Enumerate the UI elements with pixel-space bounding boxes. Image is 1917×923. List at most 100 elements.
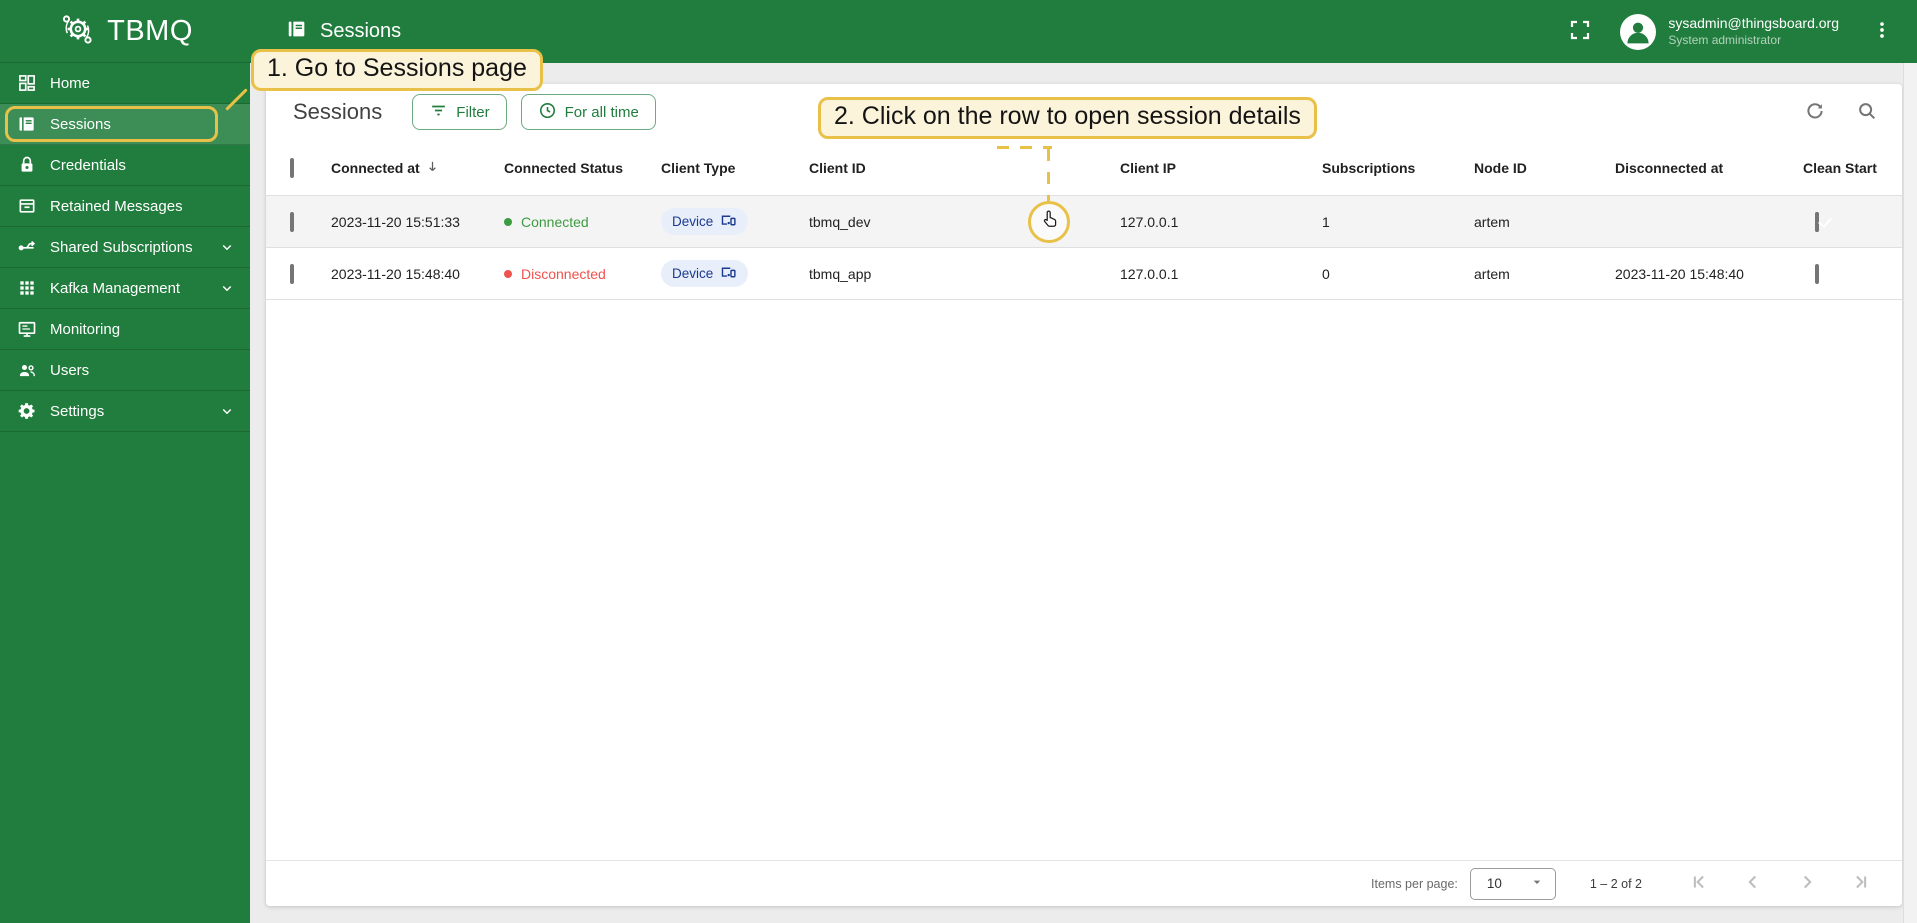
column-header-client-id[interactable]: Client ID (809, 160, 1120, 176)
annotation-dashed-connector (997, 146, 1052, 149)
client-type-chip: Device (661, 208, 749, 235)
filter-icon (429, 101, 448, 124)
sort-desc-icon (425, 159, 440, 177)
select-all-checkbox[interactable] (290, 157, 294, 178)
monitor-icon (17, 319, 37, 339)
cell-client-ip: 127.0.0.1 (1120, 213, 1179, 230)
filter-button[interactable]: Filter (412, 94, 507, 130)
clean-start-checkbox (1815, 211, 1819, 232)
tbmq-gear-logo-icon (57, 9, 97, 54)
annotation-click-target (1028, 201, 1070, 243)
timewindow-button[interactable]: For all time (520, 94, 656, 130)
last-page-icon (1850, 871, 1872, 896)
column-header-connected-at[interactable]: Connected at (331, 159, 504, 177)
sidebar-item-settings[interactable]: Settings (0, 391, 250, 432)
table-row[interactable]: 2023-11-20 15:51:33 Connected Device tbm… (266, 196, 1902, 248)
sessions-book-icon (286, 18, 308, 46)
table-paginator: Items per page: 10 1 – 2 of 2 (266, 860, 1902, 906)
status-dot-icon (504, 269, 512, 278)
cell-node-id: artem (1474, 265, 1510, 282)
devices-icon (720, 212, 737, 232)
sidebar-item-label: Shared Subscriptions (50, 238, 193, 256)
column-header-client-ip[interactable]: Client IP (1120, 160, 1322, 176)
page-title: Sessions (320, 20, 402, 42)
sidebar-item-label: Users (50, 361, 90, 379)
column-header-disconnected-at[interactable]: Disconnected at (1615, 160, 1803, 176)
cell-client-ip: 127.0.0.1 (1120, 265, 1179, 282)
sidebar-item-label: Kafka Management (50, 279, 181, 297)
table-row[interactable]: 2023-11-20 15:48:40 Disconnected Device … (266, 248, 1902, 300)
column-header-connected-status[interactable]: Connected Status (504, 160, 661, 176)
filter-button-label: Filter (456, 103, 490, 121)
column-header-clean-start[interactable]: Clean Start (1803, 160, 1902, 176)
sidebar-item-sessions[interactable]: Sessions (0, 104, 250, 145)
card-title: Sessions (293, 99, 383, 124)
refresh-button[interactable] (1798, 94, 1832, 131)
clean-start-checkbox (1815, 263, 1819, 284)
sidebar-item-home[interactable]: Home (0, 63, 250, 104)
search-icon (1856, 100, 1878, 125)
user-email: sysadmin@thingsboard.org (1668, 15, 1839, 32)
first-page-icon (1688, 871, 1710, 896)
search-button[interactable] (1850, 94, 1884, 131)
devices-icon (720, 264, 737, 284)
avatar[interactable] (1620, 13, 1657, 50)
timewindow-button-label: For all time (564, 103, 639, 121)
more-menu-button[interactable] (1865, 13, 1899, 50)
cell-connected-at: 2023-11-20 15:48:40 (331, 265, 460, 282)
sidebar-item-label: Sessions (50, 115, 111, 133)
select-caret-icon (1529, 874, 1545, 893)
chevron-down-icon (218, 279, 236, 297)
page-scrollbar[interactable] (1903, 63, 1917, 923)
table-header-row: Connected at Connected Status Client Typ… (266, 140, 1902, 196)
client-type-chip: Device (661, 260, 749, 287)
sidebar-item-label: Home (50, 74, 91, 92)
cell-connected-at: 2023-11-20 15:51:33 (331, 213, 460, 230)
sidebar-item-label: Credentials (50, 156, 126, 174)
page-range: 1 – 2 of 2 (1589, 876, 1642, 891)
next-page-button[interactable] (1794, 869, 1820, 898)
gear-icon (17, 401, 37, 421)
chevron-down-icon (218, 402, 236, 420)
annotation-step1: 1. Go to Sessions page (251, 49, 543, 91)
sidebar-item-retained-messages[interactable]: Retained Messages (0, 186, 250, 227)
user-info[interactable]: sysadmin@thingsboard.org System administ… (1668, 15, 1839, 48)
fullscreen-icon (1568, 18, 1592, 45)
cell-subscriptions: 0 (1322, 265, 1330, 282)
cell-connected-status: Connected (504, 214, 661, 230)
sidebar: TBMQ Home Sessions Credentials Retained … (0, 0, 250, 923)
sidebar-item-label: Monitoring (50, 320, 121, 338)
brand-name: TBMQ (107, 14, 193, 47)
column-header-subscriptions[interactable]: Subscriptions (1322, 160, 1474, 176)
branch-icon (17, 237, 37, 257)
brand-logo[interactable]: TBMQ (0, 0, 250, 63)
first-page-button[interactable] (1686, 869, 1712, 898)
sidebar-item-credentials[interactable]: Credentials (0, 145, 250, 186)
fullscreen-button[interactable] (1562, 12, 1598, 51)
sidebar-item-kafka-management[interactable]: Kafka Management (0, 268, 250, 309)
previous-page-button[interactable] (1740, 869, 1766, 898)
items-per-page-select[interactable]: 10 (1469, 867, 1556, 900)
sidebar-item-shared-subscriptions[interactable]: Shared Subscriptions (0, 227, 250, 268)
people-icon (17, 360, 37, 380)
column-header-client-type[interactable]: Client Type (661, 160, 809, 176)
sidebar-item-users[interactable]: Users (0, 350, 250, 391)
clock-icon (538, 101, 557, 124)
row-checkbox[interactable] (290, 211, 294, 232)
chevron-down-icon (218, 238, 236, 256)
column-header-node-id[interactable]: Node ID (1474, 160, 1615, 176)
row-checkbox[interactable] (290, 263, 294, 284)
dashboard-icon (17, 73, 37, 93)
chevron-right-icon (1796, 871, 1818, 896)
sidebar-item-monitoring[interactable]: Monitoring (0, 309, 250, 350)
last-page-button[interactable] (1848, 869, 1874, 898)
items-per-page-label: Items per page: (1371, 876, 1458, 891)
lock-icon (17, 155, 37, 175)
column-header-label: Connected at (331, 159, 420, 176)
sessions-book-icon (17, 114, 37, 134)
cell-client-id: tbmq_app (809, 265, 872, 282)
annotation-step2: 2. Click on the row to open session deta… (818, 97, 1317, 139)
sidebar-item-label: Settings (50, 402, 105, 420)
cell-subscriptions: 1 (1322, 213, 1330, 230)
chevron-left-icon (1742, 871, 1764, 896)
